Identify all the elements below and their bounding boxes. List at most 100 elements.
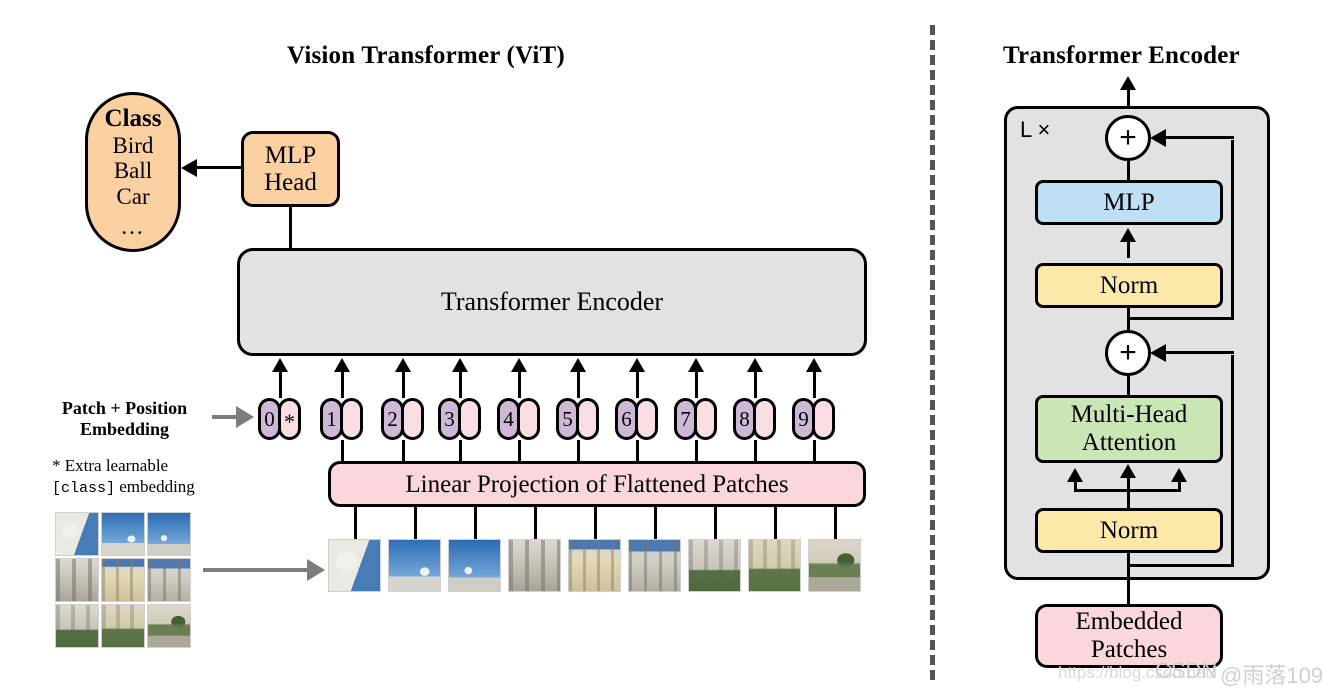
token-to-encoder-line-6: [636, 372, 639, 398]
token-to-projection-line-3: [459, 440, 462, 462]
token-to-encoder-arrow-1: [334, 358, 350, 372]
projection-to-patch-line-8: [833, 506, 837, 540]
patch-embedding-9: [812, 398, 835, 440]
norm-block-top-label: Norm: [1099, 272, 1159, 299]
patch-embedding-1: [340, 398, 363, 440]
sequence-patch-0: [328, 539, 381, 592]
source-patch-5: [147, 558, 191, 602]
linear-projection-label: Linear Projection of Flattened Patches: [405, 470, 789, 498]
token-to-encoder-line-2: [402, 372, 405, 398]
source-patch-0: [55, 512, 99, 556]
token-0: 0 *: [258, 398, 301, 440]
patch-embedding-4: [517, 398, 540, 440]
mlp-block: MLP: [1035, 180, 1223, 225]
token-to-encoder-line-9: [813, 372, 816, 398]
token-to-projection-line-1: [341, 440, 344, 462]
class-item-1: Ball: [113, 158, 153, 184]
patch-embedding-2: [401, 398, 424, 440]
token-to-encoder-line-1: [341, 372, 344, 398]
footnote-class-token: [class]: [52, 480, 116, 498]
class-box-header: Class: [104, 104, 162, 132]
class-output-box: Class Bird Ball Car ...: [85, 92, 181, 252]
embedding-arrow-head: [236, 406, 254, 428]
token-to-encoder-arrow-2: [395, 358, 411, 372]
token-5: 5: [556, 398, 599, 440]
token-9: 9: [792, 398, 835, 440]
sequence-patch-3: [508, 539, 561, 592]
sequence-patch-7: [748, 539, 801, 592]
mlp-head-to-encoder-line: [289, 206, 292, 250]
norm-block-top: Norm: [1035, 263, 1223, 308]
transformer-encoder-label: Transformer Encoder: [440, 286, 664, 316]
token-to-encoder-arrow-3: [452, 358, 468, 372]
token-to-encoder-arrow-4: [511, 358, 527, 372]
projection-to-patch-line-3: [533, 506, 537, 540]
residual-add-top: +: [1105, 115, 1151, 161]
source-patch-4: [101, 558, 145, 602]
sequence-patch-8: [808, 539, 861, 592]
patch-position-line1: Patch + Position: [61, 398, 188, 418]
residual-bottom-arrow-head: [1150, 344, 1166, 362]
source-image-grid: [55, 512, 195, 648]
token-to-encoder-arrow-9: [806, 358, 822, 372]
class-item-0: Bird: [112, 132, 154, 158]
patch-embedding-6: [635, 398, 658, 440]
attention-line2: Attention: [1081, 429, 1177, 456]
norm-top-to-plus-bottom-line: [1127, 306, 1130, 332]
mlp-head-line2: Head: [264, 169, 317, 196]
encoder-output-arrow-head: [1120, 76, 1136, 90]
sequence-patch-5: [628, 539, 681, 592]
source-patch-6: [55, 604, 99, 648]
mlp-block-label: MLP: [1103, 189, 1155, 216]
token-to-encoder-arrow-0: [272, 358, 288, 372]
patch-embedding-0: *: [278, 398, 301, 440]
mlp-head-line1: MLP: [264, 142, 317, 169]
token-to-encoder-arrow-6: [629, 358, 645, 372]
projection-to-patch-line-0: [353, 506, 357, 540]
projection-to-patch-line-7: [773, 506, 777, 540]
residual-add-bottom-symbol: +: [1119, 336, 1137, 369]
token-to-encoder-line-7: [695, 372, 698, 398]
attention-line1: Multi-Head: [1070, 401, 1188, 428]
transformer-encoder-box: Transformer Encoder: [237, 248, 867, 356]
class-box-ellipsis: ...: [121, 213, 145, 239]
panel-divider: [930, 25, 935, 680]
patch-embedding-3: [458, 398, 481, 440]
patch-embedding-8: [753, 398, 776, 440]
token-1: 1: [320, 398, 363, 440]
mlp-head-to-class-arrow-head: [181, 159, 197, 177]
patch-flow-arrow-head: [307, 559, 325, 581]
plus-top-to-mlp-line: [1127, 160, 1130, 182]
source-patch-2: [147, 512, 191, 556]
token-to-projection-line-2: [402, 440, 405, 462]
qkv-left-arrow-head: [1067, 468, 1083, 482]
footnote-line2: [class] embedding: [52, 476, 252, 499]
patch-embedding-5: [576, 398, 599, 440]
token-to-encoder-arrow-8: [747, 358, 763, 372]
source-patch-8: [147, 604, 191, 648]
class-item-2: Car: [116, 184, 150, 209]
residual-add-bottom: +: [1105, 330, 1151, 376]
residual-bottom-horizontal-top: [1165, 351, 1234, 354]
qkv-right-arrow-head: [1171, 468, 1187, 482]
patch-position-embedding-label: Patch + Position Embedding: [42, 398, 207, 440]
source-patch-3: [55, 558, 99, 602]
projection-to-patch-line-6: [713, 506, 717, 540]
footnote-embedding-word: embedding: [115, 477, 195, 497]
token-to-projection-line-4: [518, 440, 521, 462]
source-patch-7: [101, 604, 145, 648]
token-to-projection-line-5: [577, 440, 580, 462]
vit-title: Vision Transformer (ViT): [287, 42, 565, 69]
token-6: 6: [615, 398, 658, 440]
watermark-user: @雨落1097,: [1220, 663, 1322, 688]
token-to-encoder-arrow-5: [570, 358, 586, 372]
token-to-projection-line-8: [754, 440, 757, 462]
sequence-patch-2: [448, 539, 501, 592]
residual-top-horizontal-bottom: [1130, 317, 1234, 320]
token-to-encoder-line-3: [459, 372, 462, 398]
token-4: 4: [497, 398, 540, 440]
residual-add-top-symbol: +: [1119, 121, 1137, 154]
multi-head-attention-block: Multi-Head Attention: [1035, 395, 1223, 463]
footnote-line1: * Extra learnable: [52, 456, 169, 475]
token-to-encoder-line-0: [279, 372, 282, 398]
